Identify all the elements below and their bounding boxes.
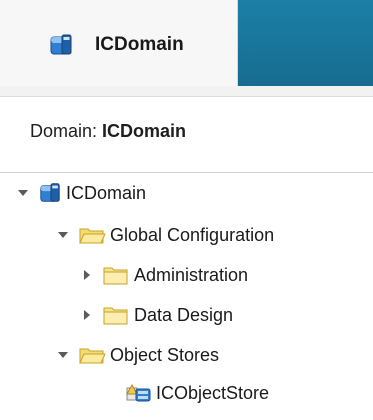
tree-node-data-design[interactable]: Data Design [78, 299, 233, 331]
chevron-right-icon[interactable] [78, 266, 96, 284]
tree-node-object-stores[interactable]: Object Stores [54, 339, 219, 371]
tree-node-icdomain[interactable]: ICDomain [14, 177, 146, 209]
header-strip [0, 86, 373, 97]
tree-node-global-configuration[interactable]: Global Configuration [54, 219, 274, 251]
chevron-down-icon[interactable] [54, 346, 72, 364]
tree-node-label: Global Configuration [110, 225, 275, 245]
chevron-down-icon[interactable] [54, 226, 72, 244]
tree-node-label: Administration [134, 265, 249, 285]
app-window: ICDomain Domain: ICDomain ICDomain Globa… [0, 0, 373, 420]
tree-node-label: ICDomain [66, 183, 147, 203]
tab-bar: ICDomain [0, 0, 373, 86]
tree-node-label: ICObjectStore [156, 383, 270, 403]
domain-value: ICDomain [102, 121, 187, 141]
tree-node-label: Object Stores [110, 345, 220, 365]
folder-icon [103, 267, 128, 285]
tree-node-icobjectstore[interactable]: ICObjectStore [126, 377, 269, 409]
domain-icon [40, 183, 60, 202]
domain-tree: ICDomain Global Configuration Administra… [0, 172, 373, 420]
tree-node-label: Data Design [134, 305, 234, 325]
object-store-icon [126, 383, 151, 402]
chevron-right-icon[interactable] [78, 306, 96, 324]
tree-node-administration[interactable]: Administration [78, 259, 248, 291]
folder-icon [103, 307, 128, 325]
tab-label: ICDomain [95, 34, 184, 55]
domain-line: Domain: ICDomain [30, 120, 186, 142]
folder-open-icon [79, 228, 106, 244]
tab-icdomain[interactable]: ICDomain [0, 0, 238, 86]
folder-open-icon [79, 348, 106, 364]
domain-prefix: Domain: [30, 121, 103, 141]
domain-icon [50, 34, 72, 55]
chevron-down-icon[interactable] [14, 184, 32, 202]
